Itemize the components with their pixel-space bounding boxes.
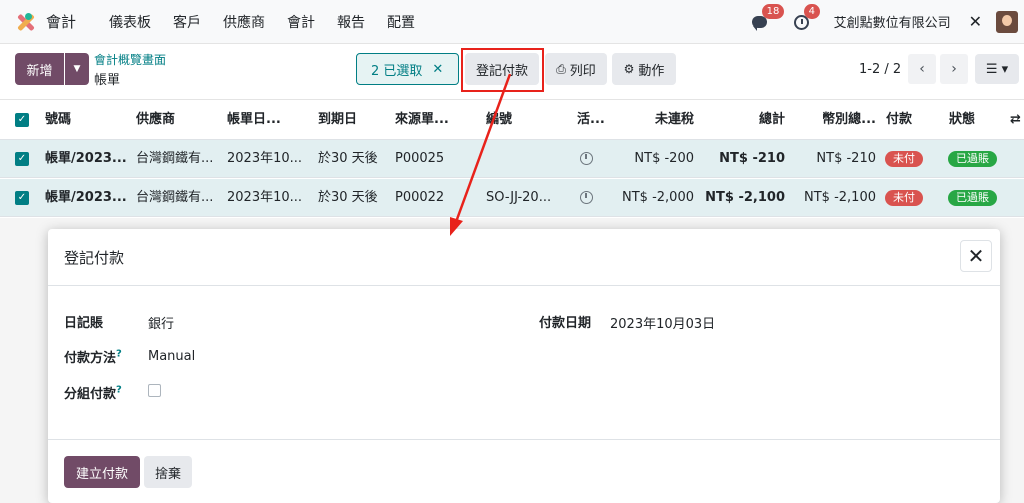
select-all-checkbox[interactable]: ✓ — [15, 113, 29, 127]
print-label: 列印 — [569, 63, 596, 79]
cell-due: 於30 天後 — [318, 151, 378, 166]
state-badge: 已過賬 — [948, 179, 1008, 217]
divider — [48, 439, 1000, 440]
group-payments-checkbox[interactable] — [148, 384, 161, 397]
payment-date-field[interactable]: 2023年10月03日 — [610, 313, 715, 332]
payment-date-label: 付款日期 — [539, 316, 592, 331]
close-icon[interactable]: ✕ — [960, 240, 992, 272]
col-source[interactable]: 來源單... — [395, 101, 475, 139]
activities-button[interactable]: 4 — [792, 3, 820, 32]
print-button[interactable]: ⎙ 列印 — [545, 53, 607, 85]
cell-bill-date: 2023年10... — [227, 151, 303, 166]
menu-item-accounting[interactable]: 會計 — [276, 12, 326, 32]
activity-clock-icon[interactable] — [580, 140, 600, 178]
table-header: ✓ 號碼 供應商 帳單日... 到期日 來源單... 編號 活... 未連稅 總… — [0, 101, 1024, 140]
cell-total: NT$ -2,100 — [705, 190, 785, 205]
help-icon[interactable]: ? — [116, 385, 122, 396]
menu-item-customers[interactable]: 客戶 — [162, 12, 212, 32]
annotation-highlight-box — [461, 48, 544, 92]
menu-item-reports[interactable]: 報告 — [326, 12, 376, 32]
cell-due: 於30 天後 — [318, 190, 378, 205]
cell-number: 帳單/2023... — [45, 190, 127, 205]
pager-value[interactable]: 1-2 / 2 — [859, 62, 901, 77]
cell-vendor: 台灣鋼鐵有... — [136, 190, 214, 205]
breadcrumb-current: 帳單 — [94, 73, 121, 88]
group-payments-label: 分組付款? — [64, 384, 122, 402]
col-currency-total[interactable]: 幣別總... — [790, 101, 876, 139]
cell-bill-date: 2023年10... — [227, 190, 303, 205]
accounting-app-icon[interactable] — [14, 11, 36, 33]
journal-label: 日記賬 — [64, 316, 104, 331]
state-badge: 已過賬 — [948, 140, 1008, 178]
cell-number: 帳單/2023... — [45, 151, 127, 166]
cell-reference: SO-JJ-20... — [486, 190, 552, 205]
activity-clock-icon[interactable] — [580, 179, 600, 217]
app-name[interactable]: 會計 — [46, 11, 76, 32]
company-switcher[interactable]: 艾創點數位有限公司 — [834, 12, 951, 31]
top-navbar: 會計 儀表板 客戶 供應商 會計 報告 配置 18 4 艾創點數位有限公司 ✕ — [0, 0, 1024, 44]
create-payment-button[interactable]: 建立付款 — [64, 456, 140, 488]
col-untaxed[interactable]: 未連稅 — [610, 101, 694, 139]
printer-icon: ⎙ — [556, 61, 566, 76]
col-total[interactable]: 總計 — [700, 101, 785, 139]
view-switcher-button[interactable]: ☰ ▾ — [975, 54, 1019, 84]
optional-columns-icon[interactable]: ⇄ — [1010, 101, 1024, 139]
pager-next-icon[interactable]: › — [940, 54, 968, 84]
discard-button[interactable]: 捨棄 — [144, 456, 192, 488]
messages-badge: 18 — [761, 3, 785, 19]
cell-vendor: 台灣鋼鐵有... — [136, 151, 214, 166]
dialog-title: 登記付款 — [64, 249, 125, 267]
cell-source: P00022 — [395, 190, 445, 205]
cell-total: NT$ -210 — [719, 151, 785, 166]
row-checkbox[interactable]: ✓ — [15, 152, 29, 166]
action-button[interactable]: ⚙ 動作 — [612, 53, 676, 85]
menu-item-configuration[interactable]: 配置 — [376, 12, 426, 32]
selection-indicator: 2 已選取 ✕ — [356, 53, 459, 85]
payment-method-field[interactable]: Manual — [148, 349, 195, 364]
payment-method-label: 付款方法? — [64, 348, 122, 366]
col-due-date[interactable]: 到期日 — [318, 101, 388, 139]
journal-field[interactable]: 銀行 — [148, 313, 174, 332]
action-label: 動作 — [638, 63, 665, 79]
col-number[interactable]: 號碼 — [45, 101, 130, 139]
cell-untaxed: NT$ -200 — [634, 151, 694, 166]
cell-currency-total: NT$ -210 — [816, 151, 876, 166]
menu-item-dashboard[interactable]: 儀表板 — [98, 12, 162, 32]
col-bill-date[interactable]: 帳單日... — [227, 101, 307, 139]
row-checkbox[interactable]: ✓ — [15, 191, 29, 205]
pager-previous-icon[interactable]: ‹ — [908, 54, 936, 84]
table-row[interactable]: ✓ 帳單/2023... 台灣鋼鐵有... 2023年10... 於30 天後 … — [0, 179, 1024, 217]
col-reference[interactable]: 編號 — [486, 101, 566, 139]
cell-untaxed: NT$ -2,000 — [622, 190, 694, 205]
cell-source: P00025 — [395, 151, 445, 166]
list-view-icon: ☰ ▾ — [985, 61, 1009, 77]
new-button[interactable]: 新增 — [15, 53, 64, 85]
user-avatar[interactable] — [996, 10, 1018, 33]
table-row[interactable]: ✓ 帳單/2023... 台灣鋼鐵有... 2023年10... 於30 天後 … — [0, 140, 1024, 178]
payment-status-badge: 未付 — [885, 179, 935, 217]
register-payment-dialog: 登記付款 ✕ 日記賬 銀行 付款方法? Manual 分組付款? 付款日期 20… — [48, 229, 1000, 503]
col-activity[interactable]: 活... — [577, 101, 607, 139]
messages-button[interactable]: 18 — [750, 3, 785, 32]
debug-tools-icon[interactable]: ✕ — [969, 12, 982, 31]
payment-status-badge: 未付 — [885, 140, 935, 178]
selection-count: 2 已選取 — [371, 63, 423, 79]
col-status[interactable]: 狀態 — [949, 101, 989, 139]
col-vendor[interactable]: 供應商 — [136, 101, 216, 139]
cell-currency-total: NT$ -2,100 — [804, 190, 876, 205]
main-menu: 儀表板 客戶 供應商 會計 報告 配置 — [98, 12, 426, 32]
new-dropdown-caret-icon[interactable]: ▼ — [65, 53, 89, 85]
col-payment[interactable]: 付款 — [886, 101, 926, 139]
breadcrumb-parent[interactable]: 會計概覽畫面 — [94, 52, 166, 68]
clear-selection-icon[interactable]: ✕ — [432, 62, 443, 77]
divider — [48, 285, 1000, 286]
gear-icon: ⚙ — [623, 62, 635, 76]
activities-badge: 4 — [803, 3, 820, 19]
menu-item-vendors[interactable]: 供應商 — [212, 12, 276, 32]
help-icon[interactable]: ? — [116, 349, 122, 360]
cell-reference — [486, 140, 566, 178]
